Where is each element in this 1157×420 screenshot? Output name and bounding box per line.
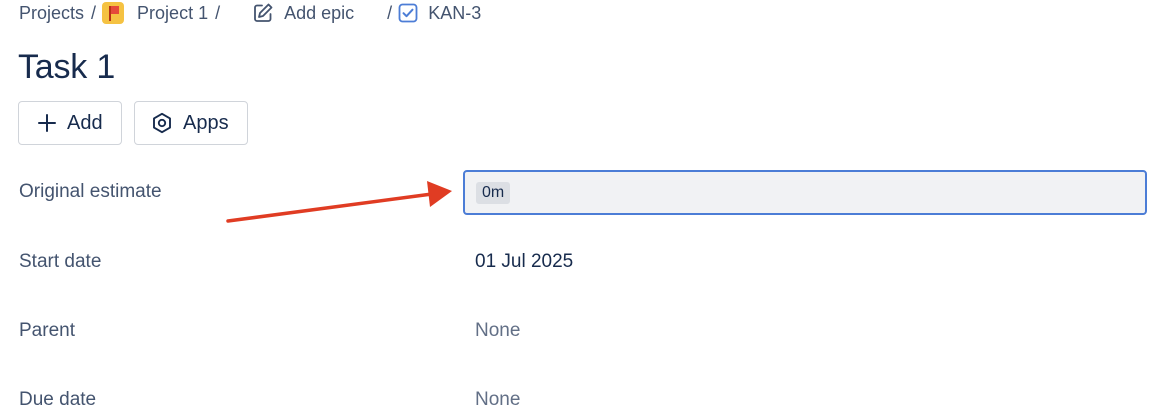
pencil-square-icon xyxy=(252,2,274,24)
add-button-label: Add xyxy=(67,111,103,134)
add-button[interactable]: Add xyxy=(18,101,122,145)
parent-value[interactable]: None xyxy=(475,320,520,342)
checkbox-task-icon xyxy=(398,3,418,23)
due-date-value[interactable]: None xyxy=(475,389,520,411)
hexagon-apps-icon xyxy=(151,112,173,134)
breadcrumb-issue-key[interactable]: KAN-3 xyxy=(398,3,481,24)
breadcrumb-project[interactable]: Project 1 xyxy=(102,2,208,24)
breadcrumb-separator: / xyxy=(387,2,393,23)
original-estimate-label: Original estimate xyxy=(19,181,162,202)
project-flag-icon xyxy=(102,2,125,24)
original-estimate-input[interactable]: 0m xyxy=(463,170,1147,215)
breadcrumb-separator: / xyxy=(91,2,97,23)
start-date-value[interactable]: 01 Jul 2025 xyxy=(475,251,573,273)
original-estimate-value: 0m xyxy=(476,181,511,204)
parent-label: Parent xyxy=(19,320,75,341)
breadcrumb-projects[interactable]: Projects xyxy=(19,3,84,24)
breadcrumb-projects-label: Projects xyxy=(19,2,85,23)
apps-button-label: Apps xyxy=(183,111,229,134)
breadcrumb-add-epic[interactable]: Add epic xyxy=(252,2,354,24)
breadcrumb: Projects / Project 1 / Add epic / KAN-3 xyxy=(19,0,481,26)
breadcrumb-separator: / xyxy=(215,2,221,23)
plus-icon xyxy=(37,113,57,133)
breadcrumb-issue-key-label: KAN-3 xyxy=(428,2,482,23)
issue-title[interactable]: Task 1 xyxy=(18,48,115,87)
due-date-label: Due date xyxy=(19,389,97,410)
breadcrumb-add-epic-label: Add epic xyxy=(284,2,355,23)
apps-button[interactable]: Apps xyxy=(134,101,248,145)
breadcrumb-project-label: Project 1 xyxy=(137,2,209,23)
start-date-label: Start date xyxy=(19,251,102,272)
